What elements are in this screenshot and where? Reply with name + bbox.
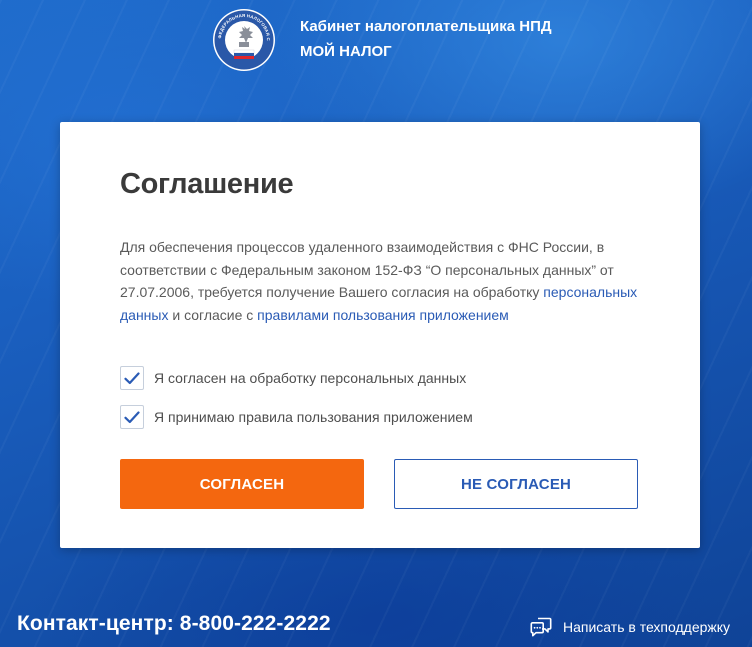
personal-data-checkbox-label: Я согласен на обработку персональных дан… [154,370,467,386]
description-text-1: Для обеспечения процессов удаленного вза… [120,239,614,300]
checkmark-icon [124,410,140,423]
cabinet-title: Кабинет налогоплательщика НПД [300,18,552,35]
checkbox-row-personal-data[interactable]: Я согласен на обработку персональных дан… [120,366,466,390]
app-rules-checkbox-label: Я принимаю правила пользования приложени… [154,409,473,425]
dialog-title: Соглашение [120,168,294,200]
fns-emblem-icon: ФЕДЕРАЛЬНАЯ НАЛОГОВАЯ СЛУЖБА [212,8,275,71]
checkbox-row-app-rules[interactable]: Я принимаю правила пользования приложени… [120,405,473,429]
description-text-2: и согласие с [172,306,254,323]
agree-button[interactable]: СОГЛАСЕН [120,459,364,509]
disagree-button[interactable]: НЕ СОГЛАСЕН [394,459,638,509]
agreement-dialog: Соглашение Для обеспечения процессов уда… [60,122,700,548]
app-header: ФЕДЕРАЛЬНАЯ НАЛОГОВАЯ СЛУЖБА Кабинет нал… [212,8,552,72]
support-link[interactable]: Написать в техподдержку [529,615,730,639]
personal-data-checkbox[interactable] [120,366,144,390]
service-name: МОЙ НАЛОГ [300,43,392,60]
chat-bubbles-icon [530,617,552,637]
app-title: Кабинет налогоплательщика НПД МОЙ НАЛОГ [300,14,552,64]
contact-center-phone: Контакт-центр: 8-800-222-2222 [17,612,331,635]
checkmark-icon [124,371,140,384]
support-link-label: Написать в техподдержку [563,619,731,635]
agreement-description: Для обеспечения процессов удаленного вза… [120,236,650,326]
app-rules-link[interactable]: правилами пользования приложением [257,307,509,323]
app-rules-checkbox[interactable] [120,405,144,429]
